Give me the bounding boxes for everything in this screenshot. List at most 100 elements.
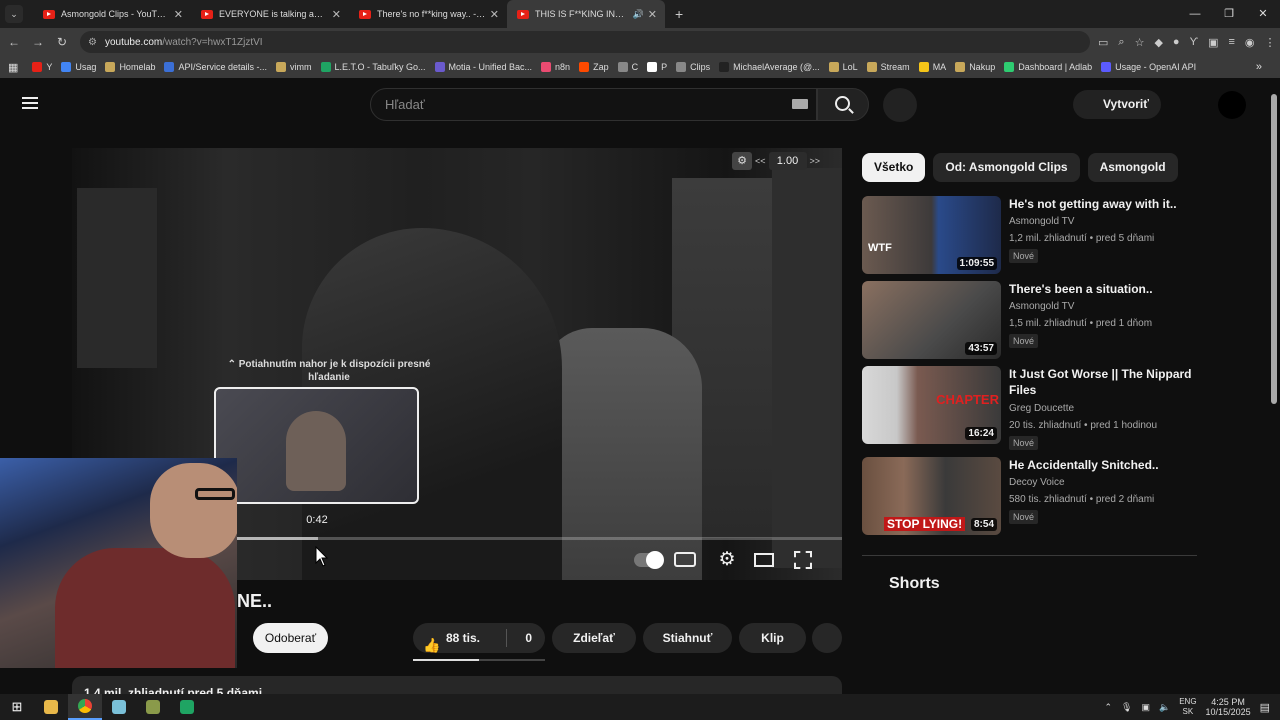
zoom-icon[interactable]: ⌕ (1118, 36, 1124, 49)
bookmark-item[interactable]: Usage - OpenAI API (1101, 62, 1196, 72)
channel-name[interactable]: Asmongold TV (1009, 301, 1074, 312)
bookmark-item[interactable]: Usag (61, 62, 96, 72)
settings-button[interactable]: ⚙ (714, 548, 740, 572)
bookmark-item[interactable]: MA (918, 62, 946, 72)
chrome-icon[interactable] (68, 694, 102, 720)
account-avatar[interactable] (1218, 91, 1246, 119)
recommendation-item[interactable]: WTF 1:09:55 He's not getting away with i… (862, 196, 1202, 276)
bookmark-item[interactable]: Nakup (955, 62, 995, 72)
video-thumbnail[interactable]: CHAPTER 16:24 (862, 366, 1001, 444)
chip-asmongold[interactable]: Asmongold (1087, 153, 1178, 182)
recommendation-item[interactable]: STOP LYING! 8:54 He Accidentally Snitche… (862, 457, 1202, 537)
browser-tab-4-active[interactable]: THIS IS F**KING INSANE.. - 🔊 ✕ (507, 0, 665, 28)
tray-overflow-icon[interactable]: ⌃ (1104, 702, 1112, 713)
close-tab-icon[interactable]: ✕ (490, 8, 499, 21)
voice-search-button[interactable] (883, 88, 917, 122)
reload-icon[interactable]: ↻ (50, 35, 74, 49)
bookmark-item[interactable]: C (617, 62, 638, 72)
bookmark-item[interactable]: vimm (276, 62, 312, 72)
back-icon[interactable]: ← (2, 35, 26, 49)
settings-gear-icon[interactable]: ⚙ (732, 152, 752, 170)
menu-hamburger-icon[interactable] (22, 97, 38, 109)
channel-name[interactable]: Decoy Voice (1009, 477, 1065, 488)
channel-name[interactable]: Greg Doucette (1009, 403, 1074, 414)
video-thumbnail[interactable]: 43:57 (862, 281, 1001, 359)
share-button[interactable]: Zdieľať (552, 623, 636, 653)
video-thumbnail[interactable]: STOP LYING! 8:54 (862, 457, 1001, 535)
bookmark-item[interactable]: n8n (541, 62, 570, 72)
bookmark-item[interactable]: Y (32, 62, 52, 72)
close-tab-icon[interactable]: ✕ (174, 8, 183, 21)
notifications-icon[interactable]: ▤ (1260, 701, 1270, 714)
search-button[interactable] (817, 88, 869, 121)
start-button[interactable]: ⊞ (0, 694, 34, 720)
bookmark-item[interactable]: Dashboard | Adlab (1004, 62, 1092, 72)
download-button[interactable]: Stiahnuť (643, 623, 732, 653)
profile-avatar[interactable]: ◉ (1245, 36, 1255, 49)
bookmark-item[interactable]: Stream (866, 62, 910, 72)
bookmark-star-icon[interactable]: ☆ (1135, 36, 1145, 49)
video-thumbnail[interactable]: WTF 1:09:55 (862, 196, 1001, 274)
speed-up-icon[interactable]: >> (810, 156, 821, 166)
create-button[interactable]: Vytvoriť (1073, 90, 1161, 119)
recommendation-title[interactable]: There's been a situation.. (1009, 281, 1199, 297)
dislike-count[interactable]: 0 (525, 623, 532, 653)
extension-icon[interactable]: ● (1173, 36, 1180, 48)
extension-icon[interactable]: ϒ (1190, 36, 1199, 48)
subtitles-button[interactable] (674, 548, 700, 572)
subscribe-button[interactable]: Odoberať (253, 623, 328, 653)
bookmark-item[interactable]: L.E.T.O - Tabuľky Go... (320, 62, 426, 72)
browser-tab-2[interactable]: EVERYONE is talking about this ✕ (191, 0, 349, 28)
language-indicator[interactable]: ENG SK (1179, 697, 1196, 717)
menu-kebab-icon[interactable]: ⋮ (1265, 36, 1276, 49)
forward-icon[interactable]: → (26, 35, 50, 49)
bookmark-item[interactable]: P (647, 62, 667, 72)
cast-icon[interactable]: ▭ (1098, 36, 1108, 49)
clock[interactable]: 4:25 PM 10/15/2025 (1206, 697, 1251, 717)
browser-tab-3[interactable]: There's no f**king way.. - YouTu ✕ (349, 0, 507, 28)
autoplay-toggle[interactable] (634, 548, 664, 572)
bookmark-item[interactable]: API/Service details -... (164, 62, 267, 72)
channel-name[interactable]: Asmongold TV (1009, 216, 1074, 227)
bookmark-item[interactable]: LoL (828, 62, 858, 72)
close-window-icon[interactable]: ✕ (1246, 0, 1280, 28)
extensions-puzzle-icon[interactable]: ▣ (1208, 36, 1218, 49)
restore-icon[interactable]: ❐ (1212, 0, 1246, 28)
theater-mode-button[interactable] (754, 548, 780, 572)
recommendation-title[interactable]: He's not getting away with it.. (1009, 196, 1199, 212)
chip-all[interactable]: Všetko (862, 153, 926, 182)
extension-icon[interactable]: ◆ (1154, 36, 1162, 49)
network-icon[interactable]: ▣ (1141, 702, 1150, 713)
search-input[interactable]: Hľadať (370, 88, 817, 121)
recommendation-title[interactable]: It Just Got Worse || The Nippard Files (1009, 366, 1199, 398)
close-tab-icon[interactable]: ✕ (332, 8, 341, 21)
apps-grid-icon[interactable]: ▦ (8, 61, 18, 74)
speaker-icon[interactable]: 🔊 (633, 9, 644, 20)
recommendation-title[interactable]: He Accidentally Snitched.. (1009, 457, 1199, 473)
tab-search-button[interactable]: ⌄ (5, 5, 23, 23)
recommendation-item[interactable]: 43:57 There's been a situation.. Asmongo… (862, 281, 1202, 361)
page-scrollbar[interactable] (1270, 88, 1278, 690)
app-icon[interactable] (136, 694, 170, 720)
volume-icon[interactable]: 🔈 (1159, 702, 1170, 713)
media-icon[interactable]: ≡ (1228, 36, 1234, 48)
speed-down-icon[interactable]: << (755, 156, 766, 166)
browser-tab-1[interactable]: Asmongold Clips - YouTube ✕ (33, 0, 191, 28)
bookmarks-overflow-icon[interactable]: » (1256, 61, 1262, 73)
sheets-icon[interactable] (170, 694, 204, 720)
chip-from-channel[interactable]: Od: Asmongold Clips (933, 153, 1080, 182)
bookmark-item[interactable]: MichaelAverage (@... (719, 62, 820, 72)
scrollbar-thumb[interactable] (1271, 94, 1277, 404)
clip-button[interactable]: Klip (739, 623, 806, 653)
app-icon[interactable] (102, 694, 136, 720)
new-tab-button[interactable]: + (675, 6, 683, 22)
bookmark-item[interactable]: Homelab (105, 62, 155, 72)
microphone-icon[interactable]: 🎙 (1121, 702, 1132, 713)
bookmark-item[interactable]: Clips (676, 62, 710, 72)
recommendation-item[interactable]: CHAPTER 16:24 It Just Got Worse || The N… (862, 366, 1202, 450)
fullscreen-button[interactable] (794, 548, 820, 572)
more-actions-button[interactable] (812, 623, 842, 653)
url-field[interactable]: ⚙ youtube.com/watch?v=hwxT1ZjztVI (80, 31, 1090, 53)
close-tab-icon[interactable]: ✕ (648, 8, 657, 21)
file-explorer-icon[interactable] (34, 694, 68, 720)
